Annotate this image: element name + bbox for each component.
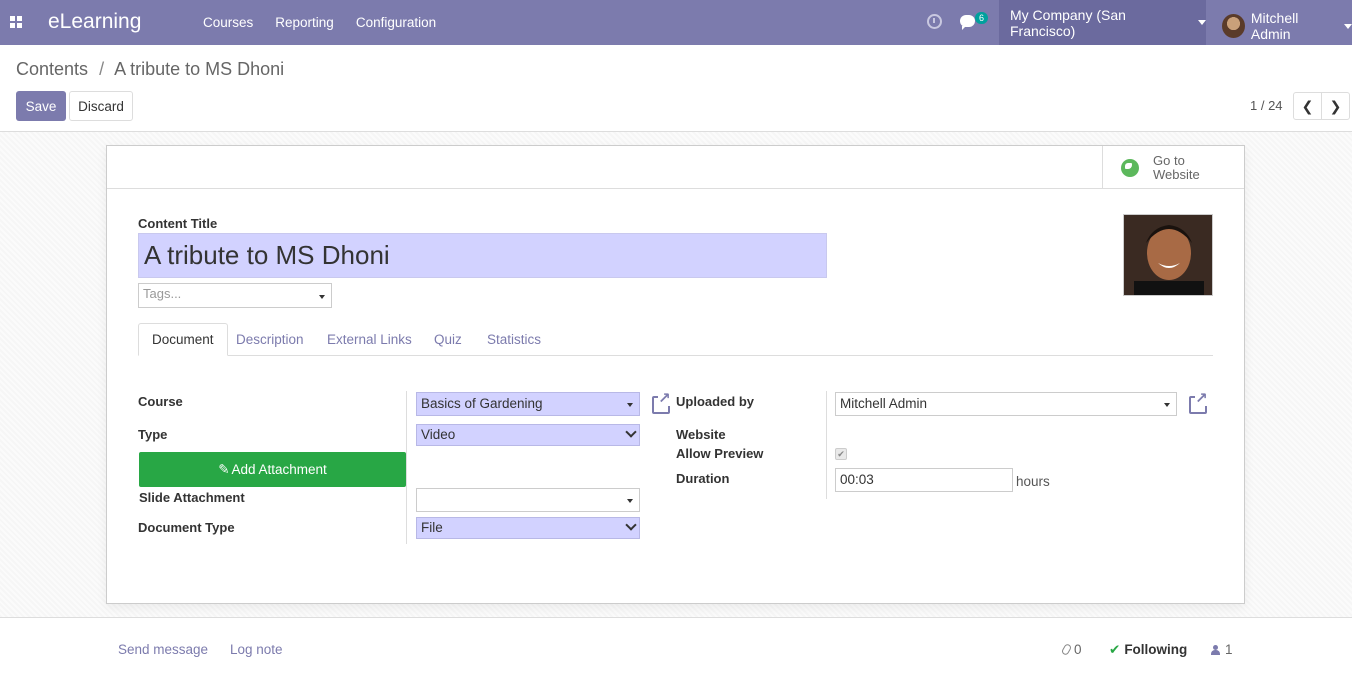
top-navbar: eLearning Courses Reporting Configuratio… [0, 0, 1352, 45]
slide-attachment-label: Slide Attachment [139, 490, 245, 505]
chevron-right-icon: ❯ [1329, 97, 1342, 114]
paperclip-icon [1060, 642, 1073, 657]
caret-down-icon [1164, 403, 1170, 407]
button-box: Go to Website [107, 146, 1244, 189]
allow-preview-checkbox[interactable]: ✔ [835, 448, 847, 460]
chevron-left-icon: ❮ [1301, 97, 1314, 114]
check-icon: ✔ [1109, 642, 1121, 657]
tab-description[interactable]: Description [223, 323, 317, 356]
following-label: Following [1124, 642, 1188, 657]
followers-count: 1 [1225, 642, 1233, 657]
content-image[interactable] [1123, 214, 1213, 296]
caret-down-icon [627, 499, 633, 503]
go-to-website-label: Go to Website [1153, 152, 1200, 182]
allow-preview-label: Allow Preview [676, 446, 764, 461]
user-icon [1211, 645, 1220, 655]
group-divider [826, 391, 827, 499]
type-select[interactable]: Video [416, 424, 640, 446]
uploaded-by-label: Uploaded by [676, 394, 755, 409]
caret-down-icon [627, 403, 633, 407]
type-value: Video [421, 427, 456, 442]
chevron-down-icon [1198, 20, 1206, 25]
tags-placeholder: Tags... [143, 286, 182, 301]
document-type-label: Document Type [138, 520, 235, 535]
chevron-down-icon [625, 519, 637, 531]
attachments-button[interactable]: 0 [1060, 642, 1082, 657]
group-divider [406, 391, 407, 544]
breadcrumb-separator: / [99, 59, 105, 79]
attachment-count: 0 [1074, 642, 1082, 657]
duration-input[interactable]: 00:03 [835, 468, 1013, 492]
duration-unit: hours [1016, 474, 1050, 489]
add-attachment-label: Add Attachment [231, 462, 327, 477]
user-name: Mitchell Admin [1250, 10, 1299, 42]
discard-button[interactable]: Discard [69, 91, 133, 121]
user-menu[interactable]: Mitchell Admin [1222, 10, 1352, 42]
go-to-website-button[interactable]: Go to Website [1102, 146, 1244, 189]
external-link-icon[interactable] [1189, 391, 1208, 414]
send-message-button[interactable]: Send message [118, 642, 208, 657]
apps-menu-icon[interactable] [10, 16, 22, 28]
caret-down-icon [319, 295, 325, 299]
course-label: Course [138, 394, 183, 409]
save-button[interactable]: Save [16, 91, 66, 121]
duration-label: Duration [676, 471, 730, 486]
chevron-down-icon [625, 426, 637, 438]
breadcrumb: Contents / A tribute to MS Dhoni [16, 59, 284, 80]
form-tabs: Document Description External Links Quiz… [138, 323, 1213, 356]
user-avatar [1222, 14, 1245, 38]
uploaded-by-select[interactable]: Mitchell Admin [835, 392, 1177, 416]
activity-clock-icon[interactable] [927, 14, 942, 29]
app-brand[interactable]: eLearning [48, 10, 141, 34]
tab-document[interactable]: Document [138, 323, 228, 356]
website-label: Website [676, 427, 726, 442]
tags-input[interactable]: Tags... [138, 283, 332, 308]
uploaded-by-value: Mitchell Admin [840, 396, 928, 411]
external-link-icon[interactable] [652, 391, 671, 414]
chatter-divider [0, 617, 1352, 618]
duration-value: 00:03 [840, 472, 874, 487]
breadcrumb-parent[interactable]: Contents [16, 59, 88, 79]
pager-previous-button[interactable]: ❮ [1293, 92, 1322, 120]
pager-value[interactable]: 1 / 24 [1250, 98, 1283, 113]
menu-courses[interactable]: Courses [203, 15, 253, 30]
form-sheet: Go to Website Content Title A tribute to… [106, 145, 1245, 604]
globe-icon [1121, 158, 1139, 177]
company-switcher[interactable]: My Company (San Francisco) [999, 0, 1206, 45]
portrait-image [1124, 215, 1212, 295]
message-count-badge: 6 [975, 12, 989, 24]
following-button[interactable]: ✔ Following [1109, 642, 1187, 658]
paperclip-icon: ✎ [218, 461, 230, 477]
menu-configuration[interactable]: Configuration [356, 15, 436, 30]
tab-external-links[interactable]: External Links [314, 323, 425, 356]
type-label: Type [138, 427, 168, 442]
chevron-down-icon [1344, 23, 1352, 29]
content-title-label: Content Title [138, 216, 218, 231]
course-select[interactable]: Basics of Gardening [416, 392, 640, 416]
slide-attachment-select[interactable] [416, 488, 640, 512]
pager-next-button[interactable]: ❯ [1321, 92, 1350, 120]
log-note-button[interactable]: Log note [230, 642, 283, 657]
document-type-value: File [421, 520, 443, 535]
main-menu: Courses Reporting Configuration [203, 15, 458, 30]
tab-statistics[interactable]: Statistics [474, 323, 554, 356]
course-value: Basics of Gardening [421, 396, 543, 411]
breadcrumb-current: A tribute to MS Dhoni [114, 59, 285, 79]
company-name: My Company (San Francisco) [1010, 6, 1126, 39]
messaging-chat-icon[interactable] [960, 15, 975, 30]
checkmark-icon: ✔ [837, 449, 845, 459]
content-title-input[interactable]: A tribute to MS Dhoni [138, 233, 827, 278]
document-type-select[interactable]: File [416, 517, 640, 539]
add-attachment-button[interactable]: ✎ Add Attachment [139, 452, 406, 487]
menu-reporting[interactable]: Reporting [275, 15, 334, 30]
followers-button[interactable]: 1 [1211, 642, 1233, 657]
tab-quiz[interactable]: Quiz [421, 323, 475, 356]
